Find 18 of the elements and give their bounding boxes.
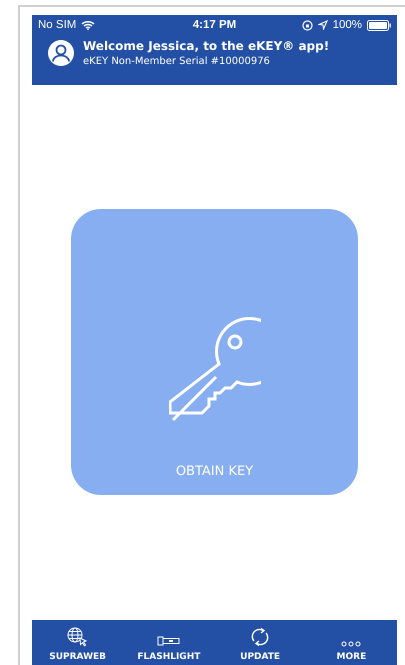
sync-arrows-icon xyxy=(250,627,270,647)
tab-bar-item[interactable]: UPDATE xyxy=(214,620,306,665)
tab-bar-item[interactable]: SUPRAWEB xyxy=(32,620,124,665)
tab-bar-item[interactable]: MORE xyxy=(306,620,397,665)
rotation-lock-icon xyxy=(302,20,313,30)
more-dots-icon xyxy=(341,641,362,647)
location-arrow-icon xyxy=(318,20,328,30)
wifi-icon xyxy=(81,20,96,30)
globe-cursor-icon xyxy=(66,627,89,647)
welcome-title: Welcome Jessica, to the eKEY® app! xyxy=(83,39,330,53)
tab-bar-item[interactable]: FLASHLIGHT xyxy=(123,620,214,665)
flashlight-icon xyxy=(156,635,181,647)
battery-percent-text: 100% xyxy=(332,19,362,31)
battery-icon xyxy=(367,20,391,30)
clock-text: 4:17 PM xyxy=(192,19,236,31)
carrier-text: No SIM xyxy=(38,19,76,31)
serial-number-text: eKEY Non-Member Serial #10000976 xyxy=(83,56,271,67)
user-avatar-icon xyxy=(48,40,74,66)
